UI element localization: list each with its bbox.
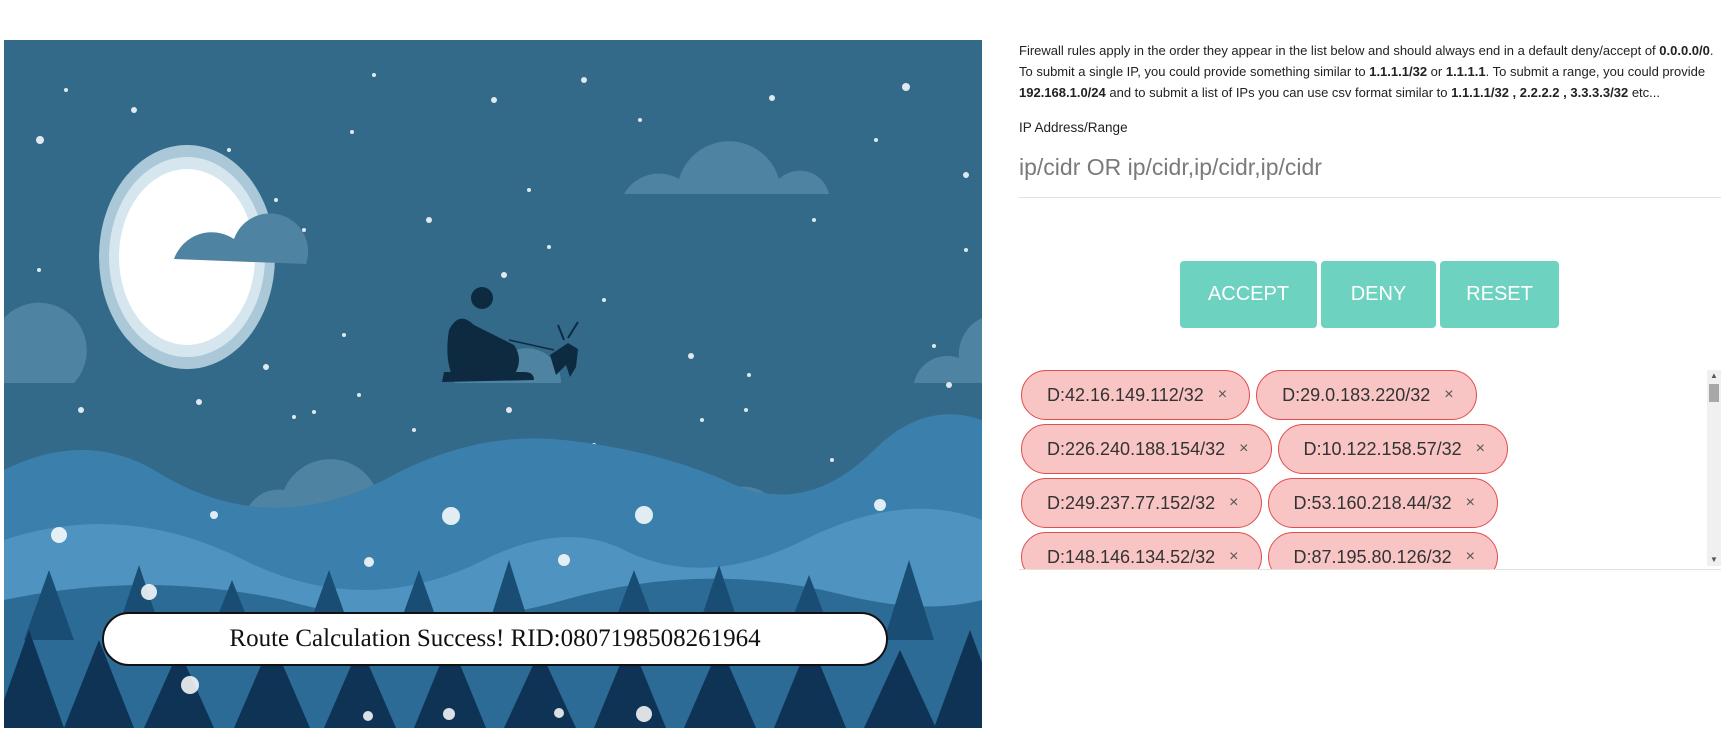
rule-tag: D:87.195.80.126/32 × (1267, 532, 1498, 569)
intro-text-4: . To submit a range, you could provide (1485, 64, 1706, 79)
rule-label: D:10.122.158.57/32 (1303, 438, 1462, 459)
firewall-panel: Firewall rules apply in the order they a… (1019, 40, 1721, 570)
intro-text-1: Firewall rules apply in the order they a… (1019, 43, 1660, 58)
banner-text: Route Calculation Success! RID:080719850… (229, 625, 761, 652)
intro-bold-1: 0.0.0.0/0 (1659, 43, 1710, 58)
intro-text-6: etc... (1628, 85, 1660, 100)
rule-tag: D:10.122.158.57/32 × (1277, 424, 1508, 474)
deny-button[interactable]: DENY (1321, 261, 1436, 328)
rules-list-container[interactable]: D:42.16.149.112/32 × D:29.0.183.220/32 × D… (1019, 368, 1721, 570)
scroll-down-icon[interactable]: ▼ (1707, 554, 1721, 566)
christmas-illustration: Route Calculation Success! RID:080719850… (4, 40, 982, 728)
intro-text-3: or (1427, 64, 1446, 79)
reset-button[interactable]: RESET (1440, 261, 1559, 328)
remove-rule-icon[interactable]: × (1466, 494, 1475, 512)
intro-bold-2: 1.1.1.1/32 (1369, 64, 1428, 79)
rule-label: D:53.160.218.44/32 (1293, 492, 1452, 513)
rule-tag: D:53.160.218.44/32 × (1267, 478, 1498, 528)
route-success-banner: Route Calculation Success! RID:080719850… (102, 612, 888, 666)
remove-rule-icon[interactable]: × (1218, 386, 1227, 404)
rule-buttons: ACCEPT DENY RESET (1180, 261, 1559, 328)
rule-tag: D:226.240.188.154/32 × (1021, 424, 1272, 474)
remove-rule-icon[interactable]: × (1466, 548, 1475, 566)
rule-label: D:87.195.80.126/32 (1293, 546, 1452, 567)
rule-tag: D:249.237.77.152/32 × (1021, 478, 1262, 528)
rule-label: D:29.0.183.220/32 (1282, 384, 1431, 405)
rule-tag: D:42.16.149.112/32 × (1021, 370, 1251, 420)
accept-button[interactable]: ACCEPT (1180, 261, 1317, 328)
firewall-instructions: Firewall rules apply in the order they a… (1019, 40, 1721, 103)
scroll-up-icon[interactable]: ▲ (1707, 370, 1721, 382)
intro-bold-4: 192.168.1.0/24 (1019, 85, 1106, 100)
remove-rule-icon[interactable]: × (1229, 494, 1238, 512)
rule-label: D:249.237.77.152/32 (1047, 492, 1216, 513)
scrollbar-thumb[interactable] (1709, 384, 1719, 402)
intro-bold-3: 1.1.1.1 (1445, 64, 1486, 79)
rule-label: D:42.16.149.112/32 (1047, 384, 1204, 405)
remove-rule-icon[interactable]: × (1229, 548, 1238, 566)
rule-tag: D:29.0.183.220/32 × (1256, 370, 1477, 420)
remove-rule-icon[interactable]: × (1444, 386, 1453, 404)
rules-scrollbar[interactable]: ▲ ▼ (1707, 370, 1721, 566)
rule-label: D:148.146.134.52/32 (1047, 546, 1216, 567)
remove-rule-icon[interactable]: × (1476, 440, 1485, 458)
intro-bold-5: 1.1.1.1/32 , 2.2.2.2 , 3.3.3.3/32 (1451, 85, 1629, 100)
ip-field-label: IP Address/Range (1019, 120, 1128, 135)
rules-list: D:42.16.149.112/32 × D:29.0.183.220/32 × D… (1019, 368, 1699, 569)
ip-address-input[interactable] (1019, 147, 1721, 198)
remove-rule-icon[interactable]: × (1239, 440, 1248, 458)
rule-tag: D:148.146.134.52/32 × (1021, 532, 1262, 569)
rule-label: D:226.240.188.154/32 (1047, 438, 1226, 459)
intro-text-5: and to submit a list of IPs you can use … (1105, 85, 1452, 100)
